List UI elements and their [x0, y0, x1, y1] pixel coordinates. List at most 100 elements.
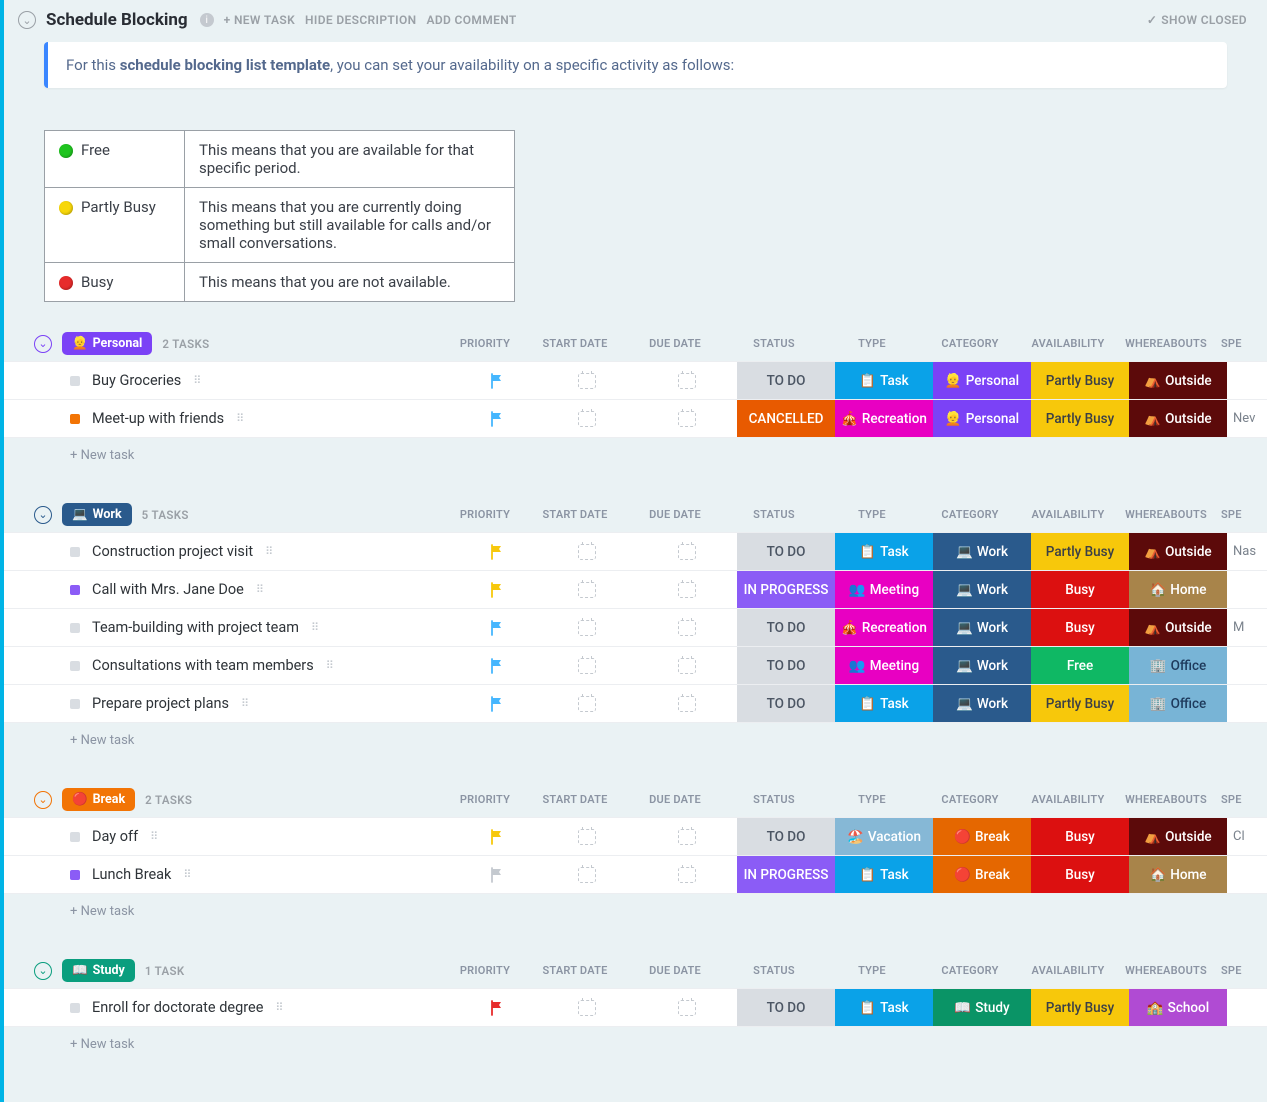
drag-icon[interactable]: ⠿	[183, 868, 192, 881]
col-head-due-date[interactable]: DUE DATE	[625, 964, 725, 977]
task-row[interactable]: Enroll for doctorate degree ⠿ TO DO 📋Tas…	[4, 988, 1267, 1027]
col-head-status[interactable]: STATUS	[725, 508, 823, 521]
col-head-whereabouts[interactable]: WHEREABOUTS	[1117, 793, 1215, 806]
task-status-square[interactable]	[70, 585, 80, 595]
task-status-square[interactable]	[70, 870, 80, 880]
spec-cell[interactable]: M	[1227, 609, 1267, 646]
spec-cell[interactable]: Nev	[1227, 400, 1267, 437]
group-toggle-icon[interactable]: ⌄	[34, 791, 52, 809]
col-head-priority[interactable]: PRIORITY	[445, 964, 525, 977]
new-task-button[interactable]: + NEW TASK	[224, 13, 295, 27]
task-name[interactable]: Lunch Break	[92, 866, 171, 883]
availability-pill[interactable]: Free	[1031, 647, 1129, 684]
task-row[interactable]: Lunch Break ⠿ IN PROGRESS 📋Task 🔴Break B…	[4, 856, 1267, 894]
col-head-availability[interactable]: AVAILABILITY	[1019, 964, 1117, 977]
whereabouts-pill[interactable]: ⛺Outside	[1129, 362, 1227, 399]
task-name[interactable]: Day off	[92, 828, 138, 845]
calendar-icon[interactable]	[578, 411, 596, 427]
calendar-icon[interactable]	[678, 829, 696, 845]
category-pill[interactable]: 💻Work	[933, 571, 1031, 608]
spec-cell[interactable]	[1227, 989, 1267, 1026]
drag-icon[interactable]: ⠿	[193, 374, 202, 387]
calendar-icon[interactable]	[578, 867, 596, 883]
group-pill[interactable]: 💻 Work	[62, 503, 132, 526]
category-pill[interactable]: 📖Study	[933, 989, 1031, 1026]
flag-icon[interactable]	[490, 544, 505, 560]
col-head-priority[interactable]: PRIORITY	[445, 508, 525, 521]
availability-pill[interactable]: Partly Busy	[1031, 685, 1129, 722]
whereabouts-pill[interactable]: 🏠Home	[1129, 571, 1227, 608]
group-pill[interactable]: 👱 Personal	[62, 332, 152, 355]
status-pill[interactable]: IN PROGRESS	[737, 571, 835, 608]
col-head-whereabouts[interactable]: WHEREABOUTS	[1117, 508, 1215, 521]
group-toggle-icon[interactable]: ⌄	[34, 506, 52, 524]
type-pill[interactable]: 📋Task	[835, 362, 933, 399]
flag-icon[interactable]	[490, 620, 505, 636]
availability-pill[interactable]: Busy	[1031, 856, 1129, 893]
calendar-icon[interactable]	[578, 582, 596, 598]
col-head-spec[interactable]: SPE	[1215, 964, 1255, 977]
availability-pill[interactable]: Partly Busy	[1031, 989, 1129, 1026]
availability-pill[interactable]: Busy	[1031, 571, 1129, 608]
col-head-category[interactable]: CATEGORY	[921, 337, 1019, 350]
task-row[interactable]: Call with Mrs. Jane Doe ⠿ IN PROGRESS 👥M…	[4, 571, 1267, 609]
col-head-whereabouts[interactable]: WHEREABOUTS	[1117, 964, 1215, 977]
drag-icon[interactable]: ⠿	[256, 583, 265, 596]
status-pill[interactable]: TO DO	[737, 609, 835, 646]
flag-icon[interactable]	[490, 696, 505, 712]
calendar-icon[interactable]	[578, 829, 596, 845]
type-pill[interactable]: 📋Task	[835, 989, 933, 1026]
task-status-square[interactable]	[70, 547, 80, 557]
flag-icon[interactable]	[490, 582, 505, 598]
col-head-type[interactable]: TYPE	[823, 964, 921, 977]
spec-cell[interactable]: Cl	[1227, 818, 1267, 855]
col-head-whereabouts[interactable]: WHEREABOUTS	[1117, 337, 1215, 350]
col-head-spec[interactable]: SPE	[1215, 508, 1255, 521]
task-row[interactable]: Buy Groceries ⠿ TO DO 📋Task 👱Personal Pa…	[4, 361, 1267, 400]
task-status-square[interactable]	[70, 623, 80, 633]
status-pill[interactable]: TO DO	[737, 362, 835, 399]
col-head-spec[interactable]: SPE	[1215, 793, 1255, 806]
status-pill[interactable]: TO DO	[737, 685, 835, 722]
whereabouts-pill[interactable]: ⛺Outside	[1129, 533, 1227, 570]
task-name[interactable]: Prepare project plans	[92, 695, 229, 712]
category-pill[interactable]: 💻Work	[933, 533, 1031, 570]
calendar-icon[interactable]	[578, 696, 596, 712]
availability-pill[interactable]: Partly Busy	[1031, 362, 1129, 399]
col-head-type[interactable]: TYPE	[823, 337, 921, 350]
whereabouts-pill[interactable]: 🏠Home	[1129, 856, 1227, 893]
task-status-square[interactable]	[70, 414, 80, 424]
col-head-due-date[interactable]: DUE DATE	[625, 508, 725, 521]
type-pill[interactable]: 👥Meeting	[835, 571, 933, 608]
group-toggle-icon[interactable]: ⌄	[34, 335, 52, 353]
whereabouts-pill[interactable]: ⛺Outside	[1129, 818, 1227, 855]
new-task-link[interactable]: + New task	[4, 894, 1267, 929]
drag-icon[interactable]: ⠿	[241, 697, 250, 710]
status-pill[interactable]: TO DO	[737, 989, 835, 1026]
flag-icon[interactable]	[490, 867, 505, 883]
col-head-status[interactable]: STATUS	[725, 964, 823, 977]
whereabouts-pill[interactable]: 🏢Office	[1129, 647, 1227, 684]
flag-icon[interactable]	[490, 373, 505, 389]
type-pill[interactable]: 🏖️Vacation	[835, 818, 933, 855]
category-pill[interactable]: 👱Personal	[933, 362, 1031, 399]
calendar-icon[interactable]	[678, 620, 696, 636]
task-row[interactable]: Team-building with project team ⠿ TO DO …	[4, 609, 1267, 647]
task-status-square[interactable]	[70, 661, 80, 671]
task-row[interactable]: Meet-up with friends ⠿ CANCELLED 🎪Recrea…	[4, 400, 1267, 438]
col-head-start-date[interactable]: START DATE	[525, 337, 625, 350]
whereabouts-pill[interactable]: 🏢Office	[1129, 685, 1227, 722]
spec-cell[interactable]	[1227, 856, 1267, 893]
calendar-icon[interactable]	[678, 696, 696, 712]
type-pill[interactable]: 🎪Recreation	[835, 609, 933, 646]
task-name[interactable]: Enroll for doctorate degree	[92, 999, 263, 1016]
task-row[interactable]: Construction project visit ⠿ TO DO 📋Task…	[4, 532, 1267, 571]
task-status-square[interactable]	[70, 1003, 80, 1013]
new-task-link[interactable]: + New task	[4, 1027, 1267, 1062]
calendar-icon[interactable]	[578, 658, 596, 674]
whereabouts-pill[interactable]: ⛺Outside	[1129, 609, 1227, 646]
calendar-icon[interactable]	[678, 658, 696, 674]
new-task-link[interactable]: + New task	[4, 723, 1267, 758]
col-head-type[interactable]: TYPE	[823, 508, 921, 521]
category-pill[interactable]: 👱Personal	[933, 400, 1031, 437]
